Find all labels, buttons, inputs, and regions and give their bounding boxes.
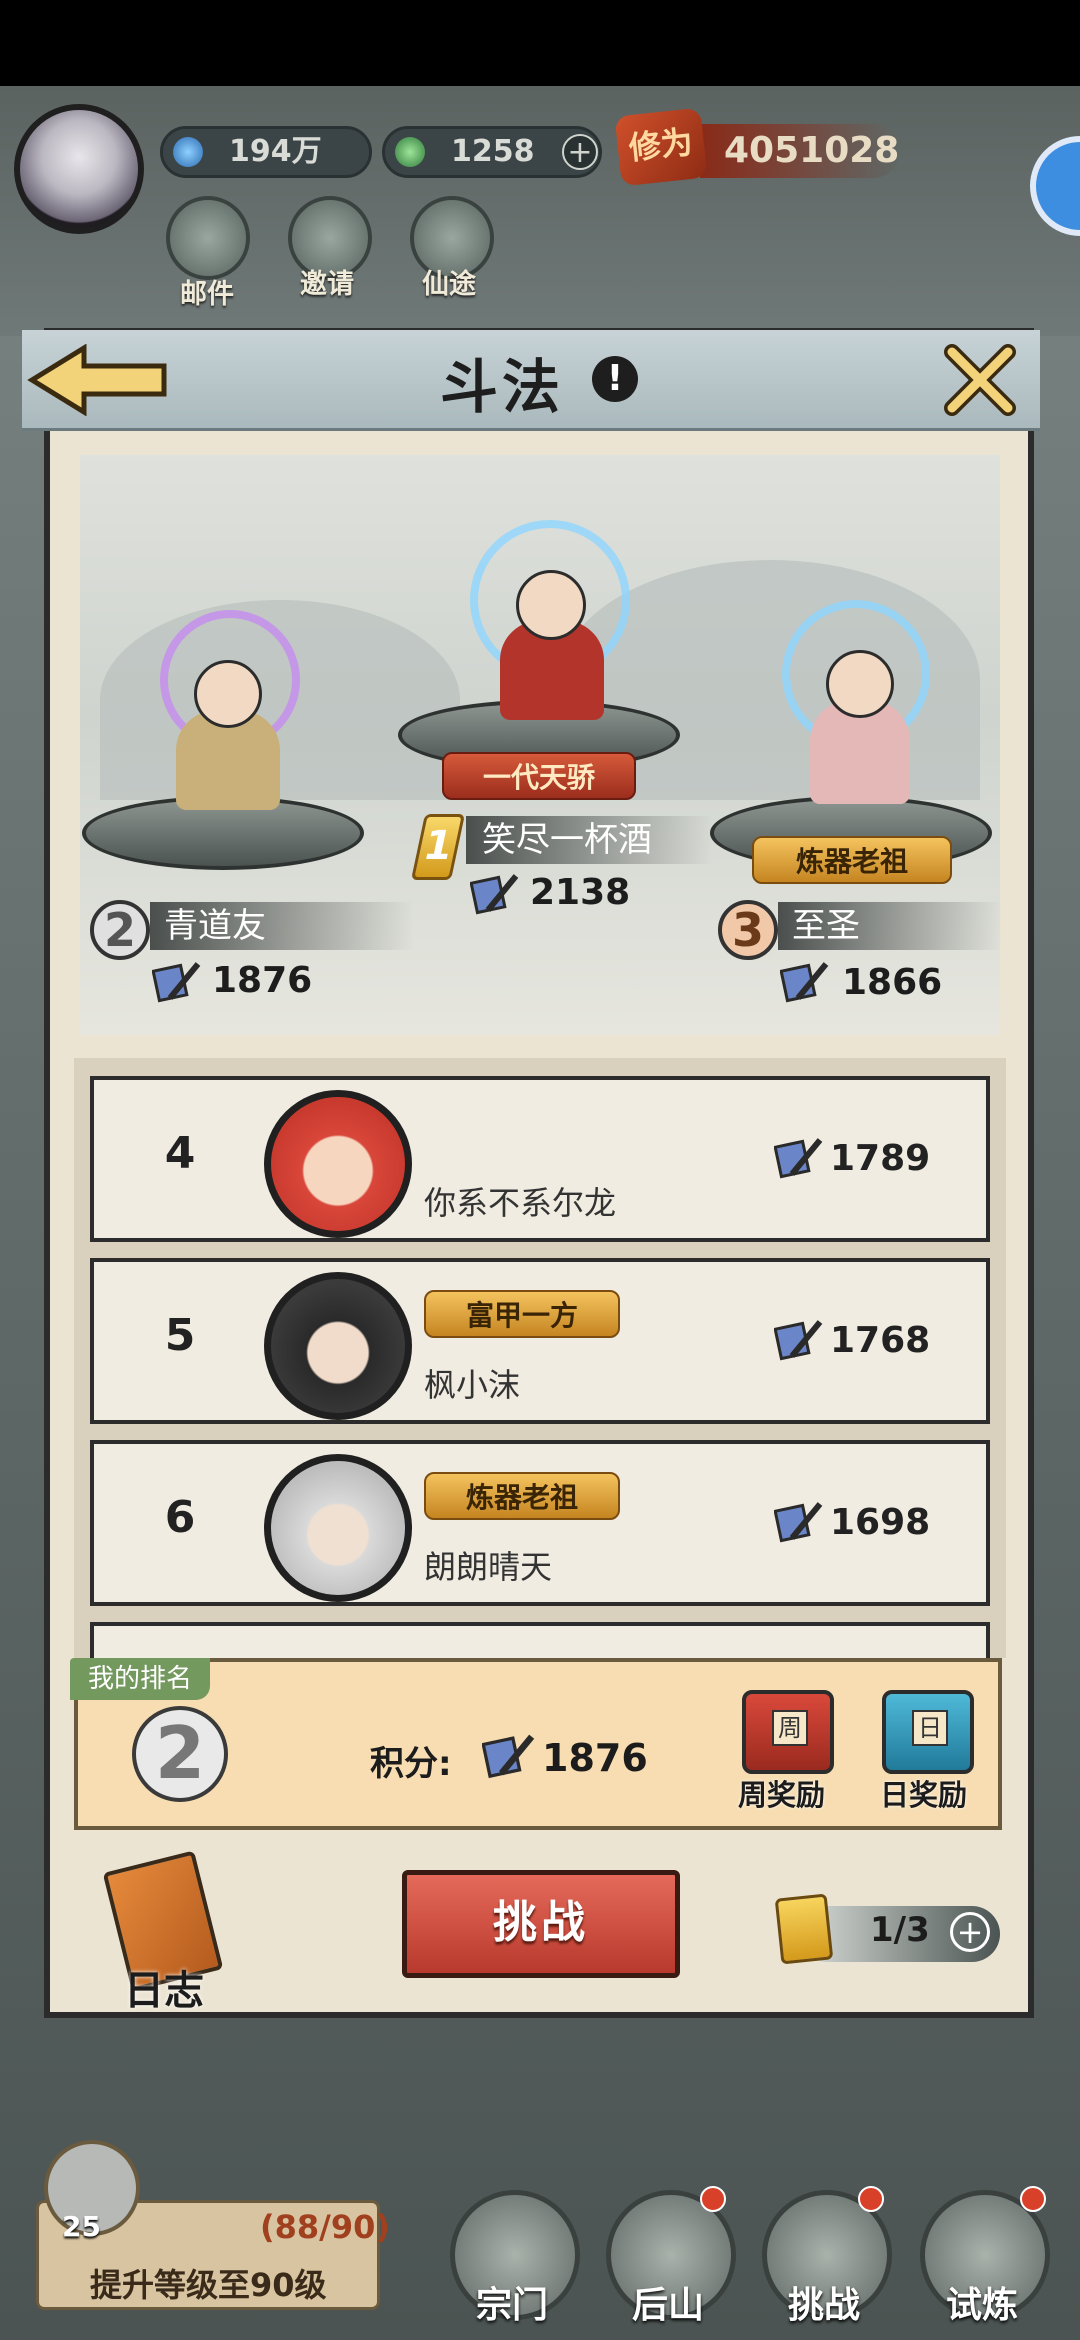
log-label[interactable]: 日志: [124, 1958, 204, 2016]
task-text: 提升等级至90级: [90, 2266, 327, 2304]
my-rank-number: 2: [132, 1706, 228, 1802]
cultivation-value-bar: 4051028: [700, 124, 900, 178]
trial-nav-label: 试炼: [946, 2285, 1019, 2326]
combat-power-icon: [774, 1138, 823, 1179]
row-rank: 5: [164, 1310, 196, 1361]
champion-head: [516, 570, 586, 640]
combat-power-icon: [780, 962, 829, 1003]
panel-title: 斗法: [440, 353, 565, 421]
help-icon[interactable]: !: [592, 356, 638, 402]
cultivation-badge: 修为: [614, 107, 708, 187]
combat-power-icon: [152, 962, 201, 1003]
score-value: 1876: [542, 1736, 648, 1780]
mail-label: 邮件: [180, 279, 234, 310]
player-avatar[interactable]: [14, 104, 144, 234]
ranking-row[interactable]: [90, 1622, 990, 1658]
mail-button[interactable]: [166, 196, 250, 280]
ticket-icon: [774, 1893, 834, 1965]
row-rank: 4: [164, 1128, 196, 1179]
spirit-stone-counter: 194万: [160, 126, 372, 178]
third-head: [826, 650, 894, 718]
daily-chest-char: 日: [912, 1710, 948, 1746]
notification-dot: [1020, 2186, 1046, 2212]
combat-power-icon: [774, 1502, 823, 1543]
combat-power-icon: [482, 1734, 535, 1779]
top-hud: [0, 86, 1080, 336]
jade-icon: [395, 137, 425, 167]
jade-value: 1258: [451, 134, 535, 169]
third-title-badge: 炼器老祖: [752, 836, 952, 884]
row-power: 1698: [830, 1502, 931, 1543]
notification-dot: [858, 2186, 884, 2212]
score-label: 积分:: [370, 1744, 452, 1784]
champion-title-badge: 一代天骄: [442, 752, 636, 800]
row-name: 枫小沫: [424, 1366, 521, 1404]
rank-2-icon: 2: [90, 900, 150, 960]
player-avatar[interactable]: [264, 1090, 412, 1238]
add-jade-button[interactable]: +: [562, 134, 598, 170]
invite-label: 邀请: [300, 269, 354, 300]
cultivation-value: 4051028: [724, 130, 900, 171]
weekly-reward-label[interactable]: 周奖励: [738, 1772, 825, 1814]
row-title-badge: 炼器老祖: [424, 1472, 620, 1520]
third-power: 1866: [842, 962, 943, 1003]
ranking-row[interactable]: 6 炼器老祖 朗朗晴天 1698: [90, 1440, 990, 1606]
my-rank-tag: 我的排名: [70, 1658, 210, 1700]
spirit-stone-value: 194万: [229, 134, 322, 169]
weekly-reward-chest-icon[interactable]: 周: [742, 1690, 834, 1774]
backmountain-nav-label: 后山: [632, 2285, 705, 2326]
row-power: 1789: [830, 1138, 931, 1179]
third-name: 至圣: [778, 902, 1002, 950]
challenge-nav-label: 挑战: [788, 2285, 861, 2326]
spirit-stone-icon: [173, 137, 203, 167]
combat-power-icon: [774, 1320, 823, 1361]
weekly-chest-char: 周: [772, 1710, 808, 1746]
rank-3-icon: 3: [718, 900, 778, 960]
row-name: 朗朗晴天: [424, 1548, 553, 1586]
daily-reward-chest-icon[interactable]: 日: [882, 1690, 974, 1774]
ranking-row[interactable]: 5 富甲一方 枫小沫 1768: [90, 1258, 990, 1424]
path-label: 仙途: [422, 269, 476, 300]
player-avatar[interactable]: [264, 1272, 412, 1420]
close-icon[interactable]: [940, 340, 1020, 420]
second-head: [194, 660, 262, 728]
champion-name: 笑尽一杯酒: [466, 816, 712, 864]
task-level: 25: [62, 2210, 101, 2243]
task-progress: (88/90): [260, 2208, 390, 2246]
ranking-list[interactable]: 4 你系不系尔龙 1789 5 富甲一方 枫小沫 1768 6 炼器老祖 朗朗晴…: [74, 1058, 1006, 1658]
player-avatar[interactable]: [264, 1454, 412, 1602]
notification-dot: [700, 2186, 726, 2212]
challenge-button[interactable]: 挑战: [402, 1870, 680, 1978]
row-name: 你系不系尔龙: [424, 1184, 617, 1222]
second-power: 1876: [212, 960, 313, 1001]
daily-reward-label[interactable]: 日奖励: [880, 1772, 967, 1814]
status-bar: [0, 0, 1080, 86]
row-power: 1768: [830, 1320, 931, 1361]
ticket-count: 1/3: [870, 1910, 930, 1950]
combat-power-icon: [470, 874, 519, 915]
champion-power: 2138: [530, 872, 631, 913]
row-rank: 6: [164, 1492, 196, 1543]
add-ticket-button[interactable]: +: [950, 1912, 990, 1952]
ranking-row[interactable]: 4 你系不系尔龙 1789: [90, 1076, 990, 1242]
back-arrow-icon[interactable]: [24, 344, 174, 416]
row-title-badge: 富甲一方: [424, 1290, 620, 1338]
second-name: 青道友: [150, 902, 414, 950]
sect-nav-label: 宗门: [476, 2285, 549, 2326]
